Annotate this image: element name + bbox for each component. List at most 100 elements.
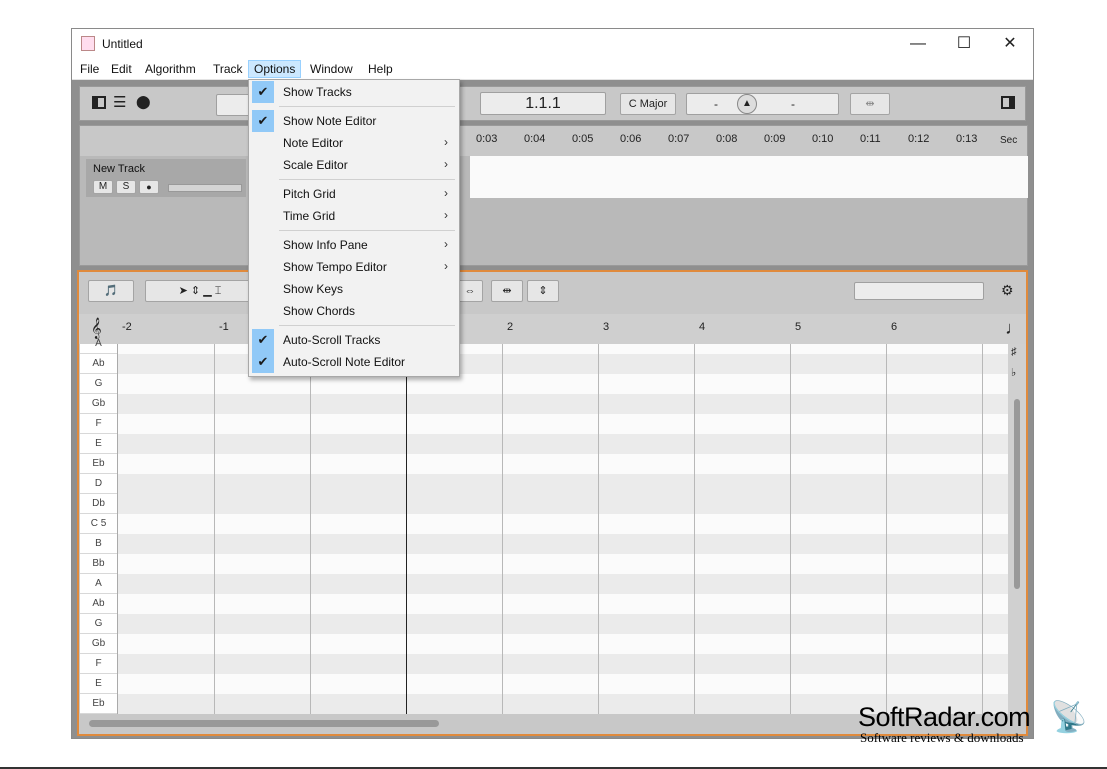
- menu-item-label: Auto-Scroll Tracks: [283, 333, 381, 347]
- beat-label: 5: [795, 321, 802, 333]
- minimize-button[interactable]: —: [895, 29, 941, 59]
- piano-key[interactable]: D: [80, 474, 117, 494]
- position-display[interactable]: 1.1.1: [480, 92, 606, 115]
- key-selector[interactable]: C Major: [620, 93, 676, 115]
- info-pane-toggle-icon[interactable]: [1001, 96, 1015, 109]
- piano-key[interactable]: E: [80, 434, 117, 454]
- piano-key[interactable]: Ab: [80, 594, 117, 614]
- menu-help[interactable]: Help: [363, 60, 398, 78]
- chevron-right-icon: ›: [444, 259, 448, 273]
- track-header[interactable]: New Track M S ●: [86, 159, 246, 197]
- note-editor: 🎵 ➤ ⇕ ▁ ⌶ ⇔ ⇹ ⇕ ⚙ 𝄞 -2 -1 2 3 4 5 6 ♩ A …: [77, 270, 1028, 736]
- note-value-icon[interactable]: ♩: [1005, 318, 1023, 339]
- mute-button[interactable]: M: [93, 180, 113, 194]
- tracks-ruler-label: 0:13: [956, 133, 978, 145]
- note-tools-group[interactable]: ➤ ⇕ ▁ ⌶: [145, 280, 255, 302]
- menu-item-label: Show Info Pane: [283, 238, 368, 252]
- track-volume-slider[interactable]: [168, 184, 242, 192]
- flat-icon[interactable]: ♭: [1011, 366, 1016, 379]
- spread-icon[interactable]: ⇹: [491, 280, 523, 302]
- menu-item-label: Show Keys: [283, 282, 344, 296]
- track-name[interactable]: New Track: [93, 163, 145, 175]
- vertical-scroll-thumb[interactable]: [1014, 399, 1020, 589]
- tempo-slider[interactable]: - ▲ -: [686, 93, 839, 115]
- menu-item-note-editor[interactable]: Note Editor ›: [250, 132, 458, 154]
- menu-item-show-chords[interactable]: Show Chords: [250, 300, 458, 322]
- menu-item-time-grid[interactable]: Time Grid ›: [250, 205, 458, 227]
- piano-key[interactable]: C 5: [80, 514, 117, 534]
- menu-algorithm[interactable]: Algorithm: [140, 60, 201, 78]
- maximize-button[interactable]: ☐: [941, 29, 987, 59]
- transport-display-left: [216, 94, 250, 116]
- vertical-scrollbar[interactable]: ♯ ♭: [1008, 344, 1026, 714]
- beat-label: -2: [122, 321, 132, 333]
- menu-item-scale-editor[interactable]: Scale Editor ›: [250, 154, 458, 176]
- mixer-icon[interactable]: ☰: [113, 95, 126, 110]
- tracks-panel-toggle-icon[interactable]: [92, 96, 106, 109]
- metronome-icon[interactable]: ▲: [737, 94, 757, 114]
- gear-icon[interactable]: ⚙: [1001, 282, 1014, 299]
- piano-key[interactable]: Gb: [80, 634, 117, 654]
- menu-item-show-tempo-editor[interactable]: Show Tempo Editor ›: [250, 256, 458, 278]
- menu-item-label: Show Note Editor: [283, 114, 377, 128]
- menu-item-label: Show Tracks: [283, 85, 352, 99]
- sharp-icon[interactable]: ♯: [1011, 346, 1017, 358]
- playhead[interactable]: [406, 344, 407, 714]
- note-grid[interactable]: [118, 344, 1008, 714]
- transport-toolbar: ☰ ⬤ 1.1.1 C Major - ▲ - ⇹: [79, 86, 1026, 121]
- note-editor-toggle-icon[interactable]: ⬤: [136, 94, 151, 110]
- menu-item-show-note-editor[interactable]: ✔ Show Note Editor: [250, 110, 458, 132]
- tempo-right-value: -: [791, 97, 795, 111]
- piano-key[interactable]: F: [80, 414, 117, 434]
- menu-file[interactable]: File: [75, 60, 104, 78]
- menu-options[interactable]: Options: [248, 60, 302, 78]
- piano-key[interactable]: E: [80, 674, 117, 694]
- piano-key[interactable]: G: [80, 374, 117, 394]
- menu-window[interactable]: Window: [305, 60, 358, 78]
- track-lane[interactable]: [470, 156, 1028, 198]
- menu-item-show-info-pane[interactable]: Show Info Pane ›: [250, 234, 458, 256]
- quantize-icon[interactable]: ⇔: [457, 280, 483, 302]
- piano-key[interactable]: B: [80, 534, 117, 554]
- tracks-ruler-label: 0:11: [860, 133, 881, 145]
- piano-keys: A Ab G Gb F E Eb D Db C 5 B Bb A Ab G Gb…: [80, 338, 118, 714]
- piano-key[interactable]: Gb: [80, 394, 117, 414]
- chevron-right-icon: ›: [444, 157, 448, 171]
- record-button[interactable]: ●: [139, 180, 159, 194]
- tracks-ruler: 0:03 0:04 0:05 0:06 0:07 0:08 0:09 0:10 …: [80, 126, 1027, 156]
- piano-key[interactable]: Bb: [80, 554, 117, 574]
- piano-key[interactable]: G: [80, 614, 117, 634]
- menu-item-show-keys[interactable]: Show Keys: [250, 278, 458, 300]
- horizontal-scroll-thumb[interactable]: [89, 720, 439, 727]
- piano-key[interactable]: A: [80, 334, 117, 354]
- menu-item-show-tracks[interactable]: ✔ Show Tracks: [250, 81, 458, 103]
- watermark-tagline: Software reviews & downloads: [860, 730, 1024, 745]
- piano-key[interactable]: Eb: [80, 454, 117, 474]
- piano-key[interactable]: Ab: [80, 354, 117, 374]
- piano-key[interactable]: A: [80, 574, 117, 594]
- app-icon: [81, 36, 95, 51]
- menu-item-label: Show Chords: [283, 304, 356, 318]
- edit-mode-toggle[interactable]: 🎵: [88, 280, 134, 302]
- menu-track[interactable]: Track: [208, 60, 248, 78]
- time-unit-selector[interactable]: Sec: [1000, 135, 1017, 146]
- solo-button[interactable]: S: [116, 180, 136, 194]
- menu-item-auto-scroll-note-editor[interactable]: ✔ Auto-Scroll Note Editor: [250, 351, 458, 373]
- satellite-dish-icon: 📡: [1050, 701, 1088, 734]
- tracks-ruler-label: 0:04: [524, 133, 546, 145]
- menu-item-pitch-grid[interactable]: Pitch Grid ›: [250, 183, 458, 205]
- tracks-panel: 0:03 0:04 0:05 0:06 0:07 0:08 0:09 0:10 …: [79, 125, 1028, 266]
- beat-label: 4: [699, 321, 706, 333]
- piano-key[interactable]: Eb: [80, 694, 117, 714]
- zoom-slider[interactable]: [854, 282, 984, 300]
- menu-separator: [279, 106, 455, 107]
- check-icon: ✔: [252, 329, 274, 351]
- close-button[interactable]: ✕: [987, 29, 1033, 59]
- compress-icon[interactable]: ⇕: [527, 280, 559, 302]
- loop-button[interactable]: ⇹: [850, 93, 890, 115]
- piano-key[interactable]: F: [80, 654, 117, 674]
- menu-item-auto-scroll-tracks[interactable]: ✔ Auto-Scroll Tracks: [250, 329, 458, 351]
- menu-separator: [279, 325, 455, 326]
- menu-edit[interactable]: Edit: [106, 60, 137, 78]
- piano-key[interactable]: Db: [80, 494, 117, 514]
